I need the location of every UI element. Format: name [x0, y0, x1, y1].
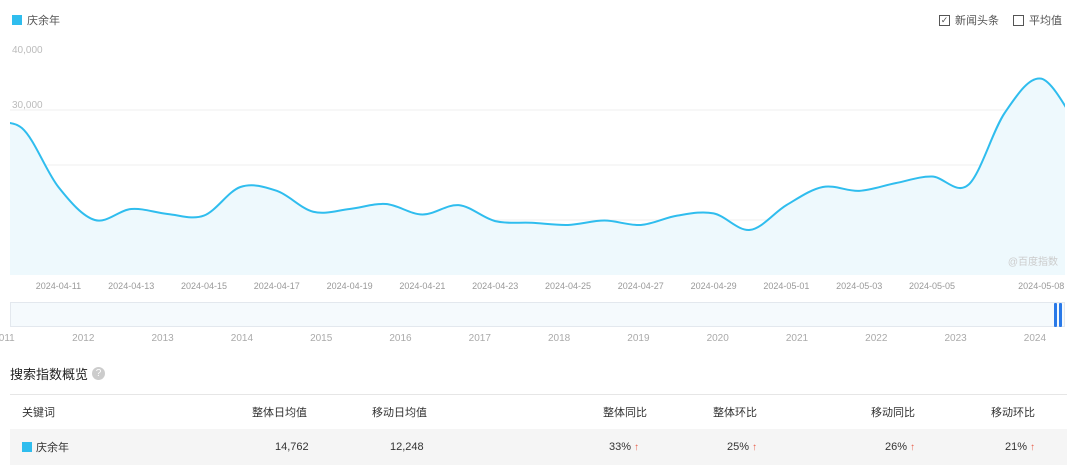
header-mobile-mom: 移动环比 — [991, 407, 1035, 419]
area-fill — [10, 78, 1065, 275]
year-label: 2024 — [1023, 333, 1047, 344]
average-checkbox[interactable]: 平均值 — [1013, 12, 1062, 28]
brush-handle[interactable] — [1054, 303, 1062, 327]
mobile-mom: 21% — [1004, 441, 1027, 453]
x-tick-label: 2024-05-05 — [909, 281, 955, 291]
help-icon[interactable]: ? — [92, 367, 106, 380]
header-keyword: 关键词 — [22, 407, 55, 419]
year-label: 2016 — [389, 333, 412, 344]
up-arrow-icon: ↑ — [1030, 442, 1035, 453]
year-label: 2021 — [785, 333, 809, 344]
x-tick-label: 2024-04-13 — [108, 281, 154, 291]
x-tick-label: 2024-05-01 — [763, 281, 809, 291]
up-arrow-icon: ↑ — [752, 442, 757, 453]
year-label: 2017 — [468, 333, 491, 344]
x-tick-label: 2024-05-03 — [836, 281, 882, 291]
year-label: 2014 — [230, 333, 254, 344]
checkbox-checked-icon: ✓ — [939, 14, 950, 26]
section-title: 搜索指数概览 — [10, 367, 89, 382]
news-headlines-checkbox[interactable]: ✓ 新闻头条 — [939, 12, 999, 28]
x-tick-label: 2024-04-11 — [36, 281, 81, 291]
checkbox-unchecked-icon — [1013, 14, 1024, 26]
table-row: 庆余年 14,762 12,248 33% ↑ 25% ↑ 26% ↑ 21% ↑ — [10, 429, 1067, 465]
year-label: 2015 — [310, 333, 333, 344]
x-tick-label: 2024-04-25 — [545, 281, 591, 291]
x-tick-label: 2024-05-08 — [1018, 281, 1064, 291]
watermark: @百度指数 — [1008, 255, 1058, 268]
mobile-yoy: 26% — [884, 441, 907, 453]
overall-mom: 25% — [726, 441, 749, 453]
x-tick-label: 2024-04-19 — [327, 281, 373, 291]
line-chart: 10,00020,00030,00040,0002024-04-112024-0… — [10, 45, 1065, 291]
keyword: 庆余年 — [36, 442, 69, 454]
year-label: 2012 — [72, 333, 95, 344]
year-label: 2020 — [706, 333, 729, 344]
year-label: 2013 — [151, 333, 174, 344]
checkbox-label: 新闻头条 — [955, 15, 999, 27]
header-overall-avg: 整体日均值 — [252, 407, 307, 419]
up-arrow-icon: ↑ — [634, 442, 639, 453]
x-tick-label: 2024-04-27 — [618, 281, 664, 291]
x-tick-label: 2024-04-17 — [254, 281, 300, 291]
x-tick-label: 2024-04-15 — [181, 281, 227, 291]
table-header: 关键词 整体日均值 移动日均值 整体同比 整体环比 移动同比 移动环比 — [10, 395, 1067, 429]
year-label: 2022 — [865, 333, 888, 344]
y-tick-label: 40,000 — [12, 45, 43, 56]
checkbox-label: 平均值 — [1029, 15, 1062, 27]
header-overall-mom: 整体环比 — [713, 407, 757, 419]
header-mobile-yoy: 移动同比 — [871, 407, 915, 419]
header-overall-yoy: 整体同比 — [603, 407, 647, 419]
legend-swatch — [12, 15, 22, 25]
legend-label: 庆余年 — [27, 15, 60, 27]
y-tick-label: 30,000 — [12, 100, 43, 111]
x-tick-label: 2024-04-23 — [472, 281, 518, 291]
header-mobile-avg: 移动日均值 — [372, 407, 427, 419]
overall-yoy: 33% — [608, 441, 631, 453]
legend-item[interactable]: 庆余年 — [12, 12, 60, 28]
year-label: 2019 — [627, 333, 650, 344]
keyword-swatch — [22, 442, 32, 452]
up-arrow-icon: ↑ — [910, 442, 915, 453]
year-label: 2018 — [547, 333, 571, 344]
year-label: 2011 — [0, 333, 15, 344]
x-tick-label: 2024-04-29 — [691, 281, 737, 291]
mobile-avg: 12,248 — [390, 441, 424, 453]
year-label: 2023 — [944, 333, 967, 344]
overview-table: 关键词 整体日均值 移动日均值 整体同比 整体环比 移动同比 移动环比 庆余年 … — [10, 394, 1067, 465]
x-tick-label: 2024-04-21 — [399, 281, 445, 291]
overall-avg: 14,762 — [275, 441, 309, 453]
time-range-brush[interactable] — [10, 302, 1065, 327]
